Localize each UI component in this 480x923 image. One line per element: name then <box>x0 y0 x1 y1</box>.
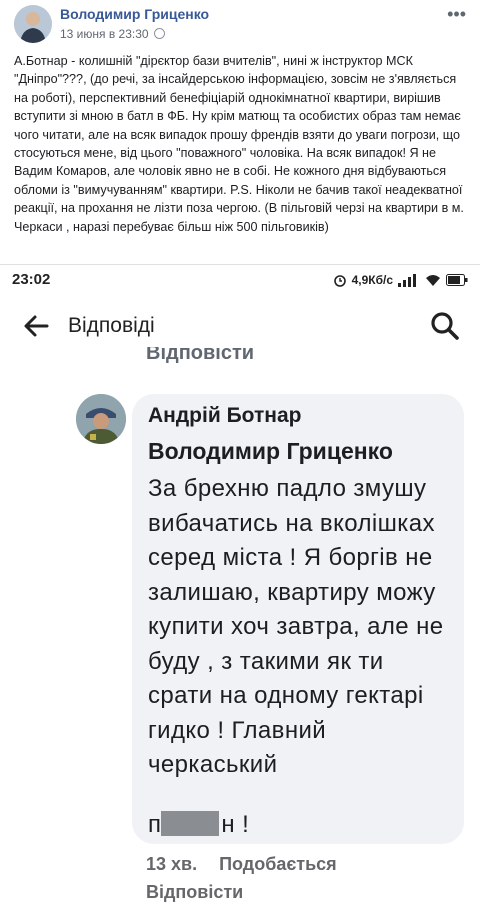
author-avatar[interactable] <box>14 5 52 43</box>
post-header: Володимир Гриценко 13 июня в 23:30 ••• <box>0 0 480 48</box>
wifi-icon <box>426 275 440 286</box>
embedded-phone-screenshot: 23:02 4,9Кб/с Відповіді Відповісти Андрі… <box>0 264 480 923</box>
status-bar: 23:02 4,9Кб/с <box>0 264 480 295</box>
back-arrow-icon[interactable] <box>22 312 50 340</box>
post-text: А.Ботнар - колишній "дірєктор бази вчите… <box>14 54 464 234</box>
network-speed: 4,9Кб/с <box>351 273 393 287</box>
censor-block <box>161 811 220 836</box>
search-icon[interactable] <box>430 311 460 341</box>
battery-icon <box>446 274 468 286</box>
comment-last-line: п н ! <box>148 811 249 839</box>
commenter-avatar[interactable] <box>76 394 126 444</box>
comment-actions: 13 хв. Подобається <box>146 854 337 875</box>
reply-button[interactable]: Відповісти <box>146 882 243 903</box>
more-dots-icon[interactable]: ••• <box>447 4 466 25</box>
comment-tail-end: н ! <box>221 811 250 838</box>
commenter-name[interactable]: Андрій Ботнар <box>148 404 301 428</box>
like-button[interactable]: Подобається <box>219 854 337 875</box>
comment-tail-start: п <box>148 811 162 838</box>
status-indicators: 4,9Кб/с <box>333 270 468 290</box>
post-meta: 13 июня в 23:30 <box>60 27 165 41</box>
comment-age: 13 хв. <box>146 854 198 874</box>
post-author-link[interactable]: Володимир Гриценко <box>60 6 209 22</box>
mention-tag[interactable]: Володимир Гриценко <box>148 438 393 465</box>
comment-text: За брехню падло змушу вибачатись на вкол… <box>148 475 444 778</box>
app-bar: Відповіді <box>0 300 480 352</box>
previous-reply-link[interactable]: Відповісти <box>146 347 254 365</box>
comment-bubble: Андрій Ботнар Володимир Гриценко За брех… <box>132 394 464 844</box>
post-date[interactable]: 13 июня в 23:30 <box>60 27 149 41</box>
globe-icon <box>153 28 165 39</box>
alarm-icon <box>333 275 346 287</box>
status-time: 23:02 <box>12 271 51 288</box>
signal-icon <box>398 274 416 287</box>
app-bar-title: Відповіді <box>68 314 155 337</box>
